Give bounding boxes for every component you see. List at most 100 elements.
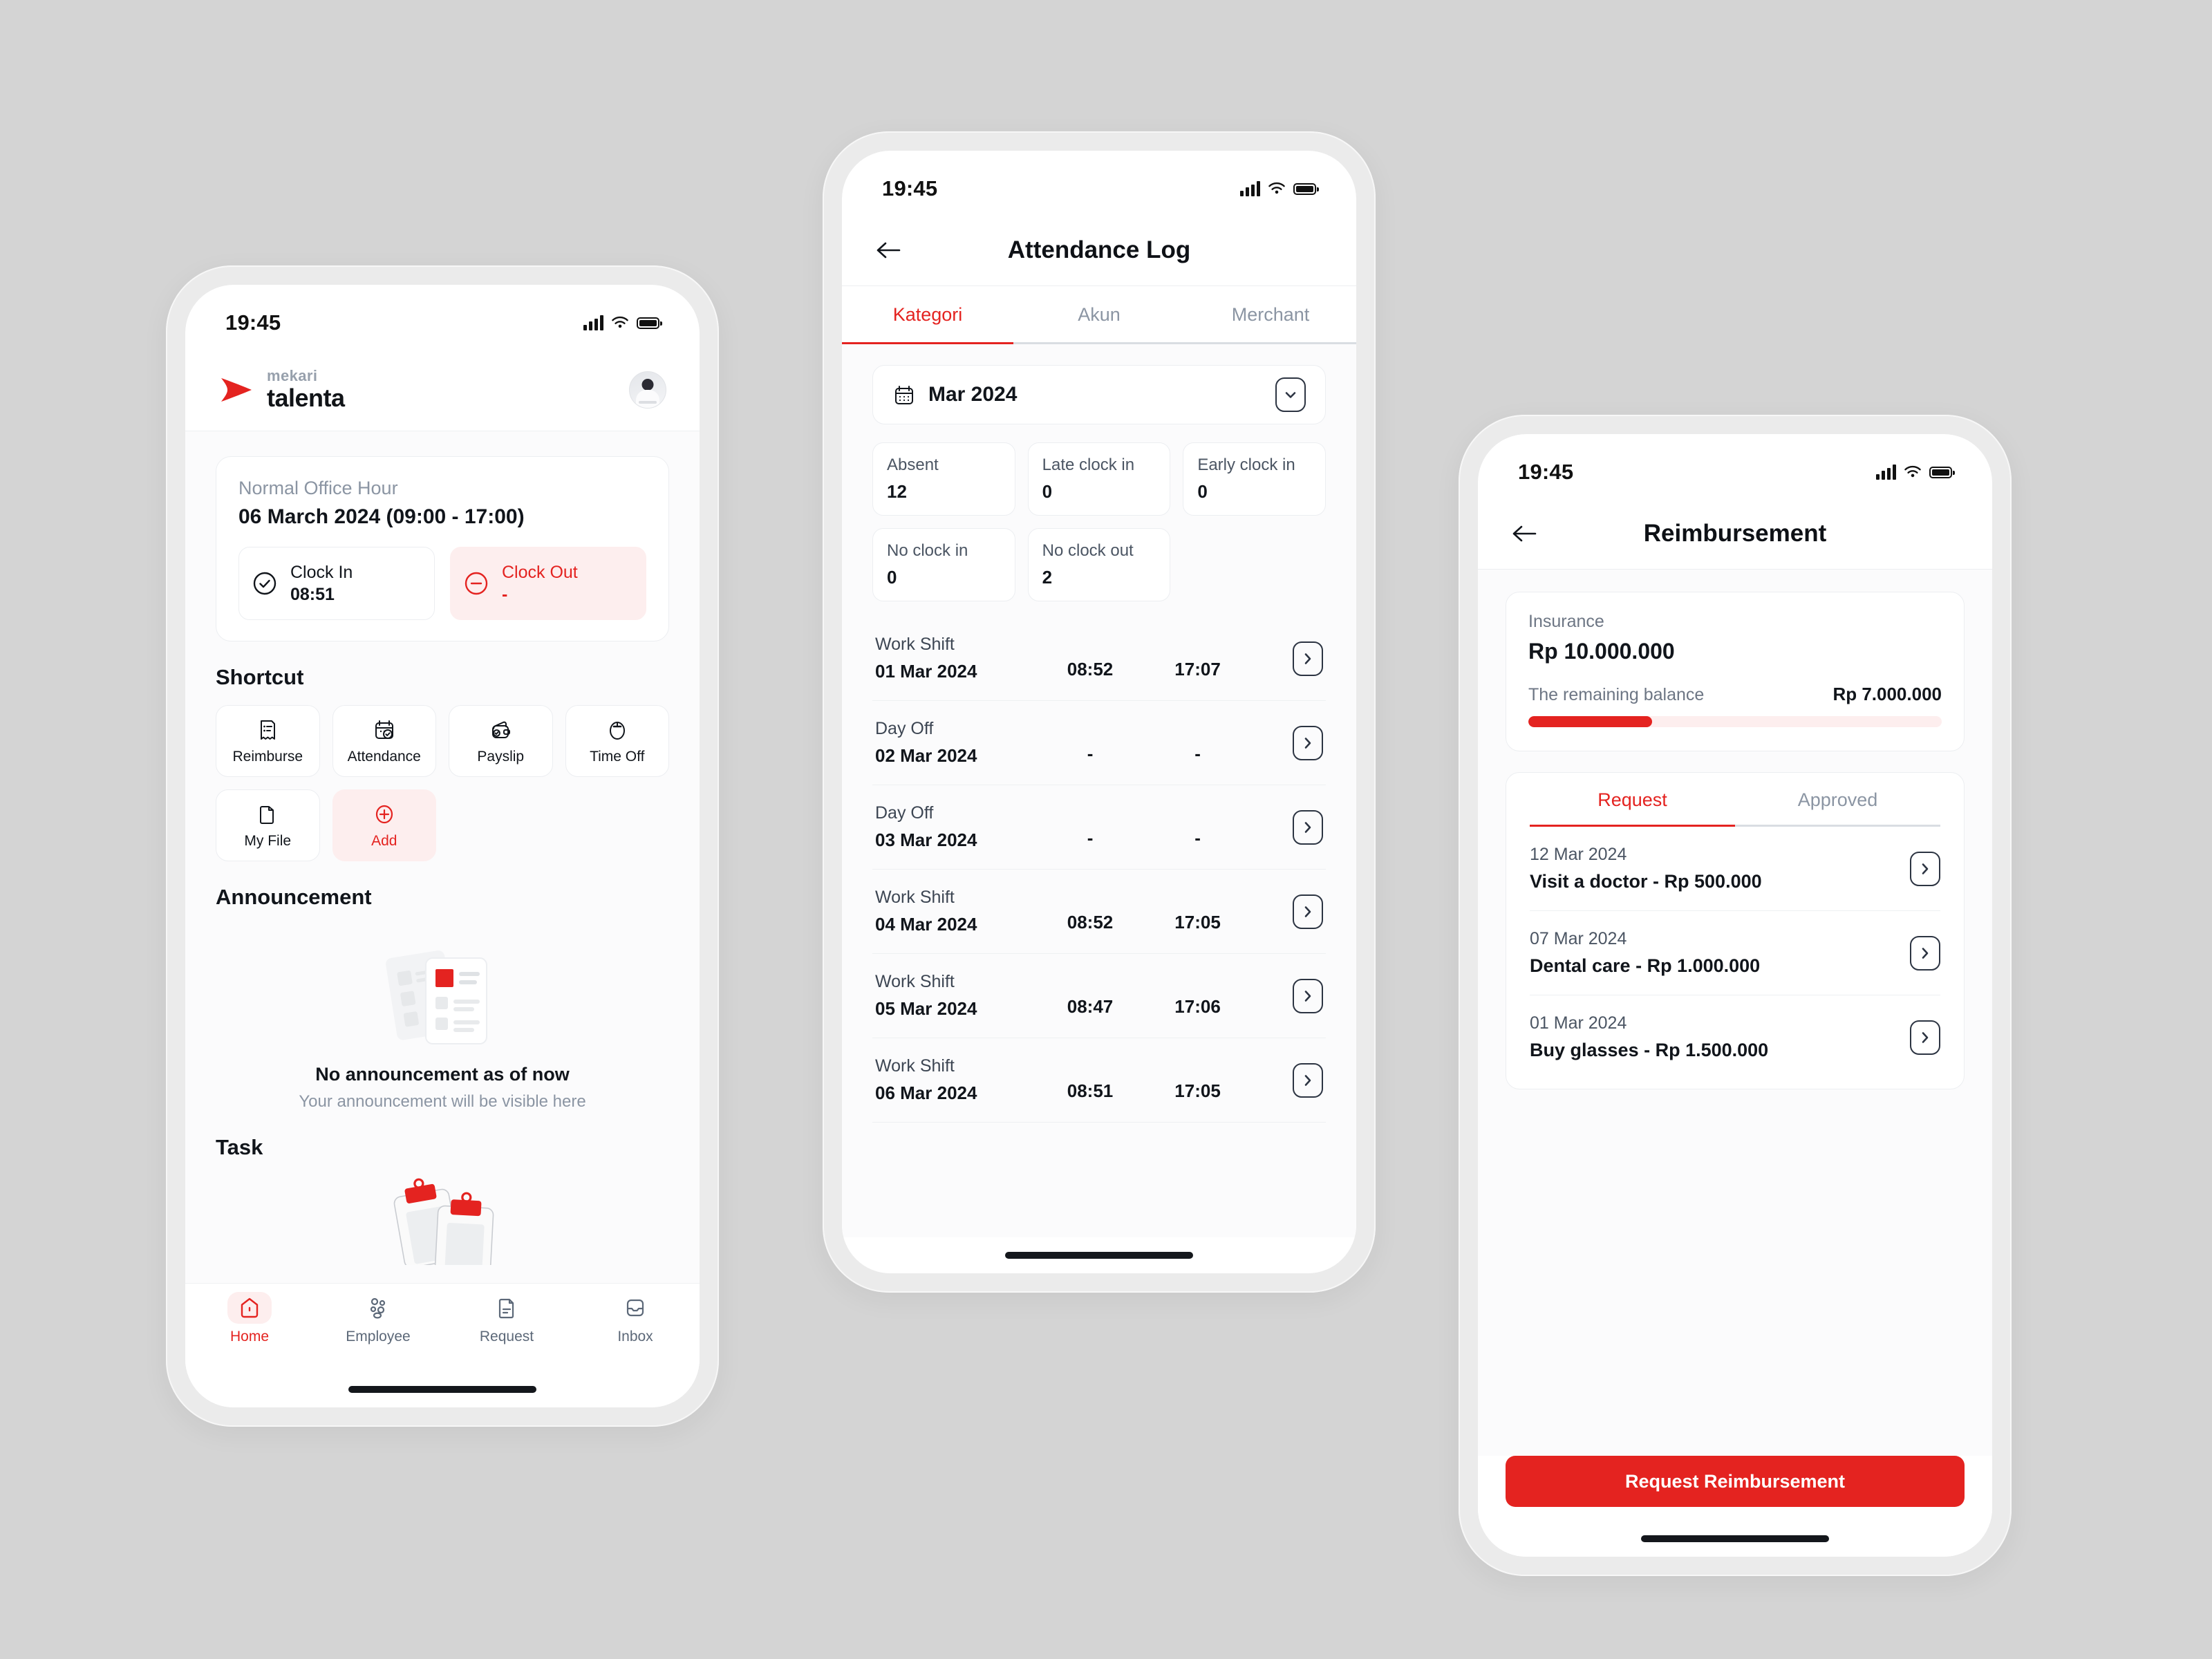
back-button[interactable] [1508, 518, 1540, 550]
home-icon [227, 1292, 272, 1324]
wallet-check-icon [492, 721, 511, 738]
receipt-icon [261, 720, 276, 740]
request-detail-button[interactable] [1910, 1020, 1940, 1055]
announcement-empty-illustration-icon [386, 950, 487, 1044]
shortcut-timeoff-label: Time Off [590, 748, 645, 765]
table-row[interactable]: Day Off 02 Mar 2024 - - [872, 701, 1326, 785]
chevron-right-icon [1922, 863, 1929, 874]
month-value: Mar 2024 [928, 383, 1018, 406]
month-dropdown-button[interactable] [1275, 377, 1306, 412]
reimbursement-content: Insurance Rp 10.000.000 The remaining ba… [1478, 570, 1992, 1557]
stat-absent[interactable]: Absent 12 [872, 442, 1015, 516]
avatar-arms [639, 400, 657, 404]
shortcut-attendance[interactable]: Attendance [332, 705, 436, 777]
stat-late-clock-in[interactable]: Late clock in 0 [1027, 442, 1171, 516]
shortcut-payslip-label: Payslip [477, 748, 525, 765]
shortcut-myfile[interactable]: My File [216, 789, 320, 861]
back-button[interactable] [872, 234, 904, 266]
log-detail-button[interactable] [1293, 978, 1323, 1013]
log-date: 01 Mar 2024 [875, 661, 977, 682]
log-detail-button[interactable] [1293, 641, 1323, 676]
calendar-icon [895, 386, 913, 404]
request-detail-button[interactable] [1910, 935, 1940, 971]
shortcut-reimburse[interactable]: Reimburse [216, 705, 320, 777]
request-detail-button[interactable] [1910, 851, 1940, 886]
shortcut-timeoff[interactable]: Time Off [565, 705, 669, 777]
chevron-right-icon [1922, 947, 1929, 959]
log-type: Day Off [875, 803, 934, 823]
status-bar: 19:45 [185, 285, 700, 348]
log-detail-button[interactable] [1293, 894, 1323, 929]
log-clock-out: - [1194, 827, 1201, 848]
month-selector[interactable]: Mar 2024 [872, 365, 1326, 424]
tab-kategori[interactable]: Kategori [842, 286, 1013, 344]
arrow-left-icon [1512, 525, 1537, 541]
tab-home[interactable]: Home [185, 1292, 314, 1345]
announcement-empty-sub: Your announcement will be visible here [299, 1092, 586, 1111]
shortcut-add[interactable]: Add [332, 789, 436, 861]
clock-in-value: 08:51 [290, 585, 335, 604]
home-content: Normal Office Hour 06 March 2024 (09:00 … [185, 431, 700, 1407]
log-detail-button[interactable] [1293, 809, 1323, 845]
clock-out-label: Clock Out [502, 563, 578, 582]
log-clock-in: 08:47 [1067, 996, 1114, 1017]
brand-header: mekari talenta [185, 348, 700, 431]
log-clock-out: 17:07 [1174, 659, 1221, 679]
clock-out-button[interactable]: Clock Out - [450, 547, 646, 620]
chevron-right-icon [1304, 1074, 1311, 1086]
brand-wordmark: mekari talenta [267, 368, 345, 411]
request-text: 01 Mar 2024 Buy glasses - Rp 1.500.000 [1530, 1013, 1910, 1061]
home-scroll: Normal Office Hour 06 March 2024 (09:00 … [185, 431, 700, 1283]
arrow-left-icon [877, 242, 901, 258]
phone-attendance: 19:45 Attendance Log Kategori Akun Merch… [823, 131, 1376, 1293]
log-clock-in: - [1087, 743, 1094, 764]
clock-in-button[interactable]: Clock In 08:51 [238, 547, 435, 620]
attendance-stat-grid: Absent 12 Late clock in 0 Early clock in… [872, 442, 1326, 601]
status-bar: 19:45 [1478, 434, 1992, 498]
log-clock-in: 08:51 [1067, 1080, 1114, 1101]
tab-akun[interactable]: Akun [1013, 286, 1185, 344]
clock-out-value: - [502, 585, 508, 604]
tab-request[interactable]: Request [1530, 773, 1735, 827]
status-bar-icons [1876, 465, 1955, 480]
shortcut-payslip[interactable]: Payslip [449, 705, 553, 777]
tab-merchant[interactable]: Merchant [1185, 286, 1356, 344]
table-row[interactable]: Work Shift 01 Mar 2024 08:52 17:07 [872, 617, 1326, 701]
stat-no-clock-in[interactable]: No clock in 0 [872, 528, 1015, 601]
table-row[interactable]: Day Off 03 Mar 2024 - - [872, 785, 1326, 870]
tab-approved[interactable]: Approved [1735, 773, 1940, 827]
stat-no-clock-out[interactable]: No clock out 2 [1027, 528, 1171, 601]
battery-icon [1293, 182, 1319, 195]
balance-name: Insurance [1528, 612, 1604, 631]
attendance-navbar: Attendance Log [842, 214, 1356, 286]
status-bar-time: 19:45 [1518, 460, 1574, 484]
balance-card: Insurance Rp 10.000.000 The remaining ba… [1506, 592, 1965, 751]
request-tabs: Request Approved [1530, 773, 1940, 827]
tab-inbox[interactable]: Inbox [571, 1292, 700, 1345]
list-item[interactable]: 07 Mar 2024 Dental care - Rp 1.000.000 [1530, 911, 1940, 995]
tab-home-label: Home [229, 1329, 270, 1344]
phone-home: 19:45 mekari talenta Normal Office Hour … [166, 265, 719, 1427]
tab-request[interactable]: Request [442, 1292, 571, 1345]
table-row[interactable]: Work Shift 05 Mar 2024 08:47 17:06 [872, 954, 1326, 1038]
avatar[interactable] [629, 371, 666, 409]
log-action [1251, 641, 1323, 676]
stat-early-clock-in-label: Early clock in [1197, 456, 1295, 474]
request-desc: Dental care - Rp 1.000.000 [1530, 955, 1761, 976]
log-detail-button[interactable] [1293, 1062, 1323, 1098]
chevron-right-icon [1922, 1031, 1929, 1043]
request-date: 01 Mar 2024 [1530, 1013, 1627, 1033]
request-reimbursement-button[interactable]: Request Reimbursement [1506, 1456, 1965, 1507]
clock-in-text: Clock In 08:51 [290, 561, 353, 606]
table-row[interactable]: Work Shift 04 Mar 2024 08:52 17:05 [872, 870, 1326, 954]
log-clock-out: 17:06 [1174, 996, 1221, 1017]
table-row[interactable]: Work Shift 06 Mar 2024 08:51 17:05 [872, 1038, 1326, 1123]
list-item[interactable]: 01 Mar 2024 Buy glasses - Rp 1.500.000 [1530, 995, 1940, 1079]
shortcut-attendance-label: Attendance [347, 748, 421, 765]
log-detail-button[interactable] [1293, 725, 1323, 760]
request-text: 07 Mar 2024 Dental care - Rp 1.000.000 [1530, 929, 1910, 977]
stat-late-clock-in-value: 0 [1042, 481, 1053, 502]
tab-employee[interactable]: Employee [314, 1292, 442, 1345]
stat-early-clock-in[interactable]: Early clock in 0 [1183, 442, 1326, 516]
list-item[interactable]: 12 Mar 2024 Visit a doctor - Rp 500.000 [1530, 827, 1940, 911]
